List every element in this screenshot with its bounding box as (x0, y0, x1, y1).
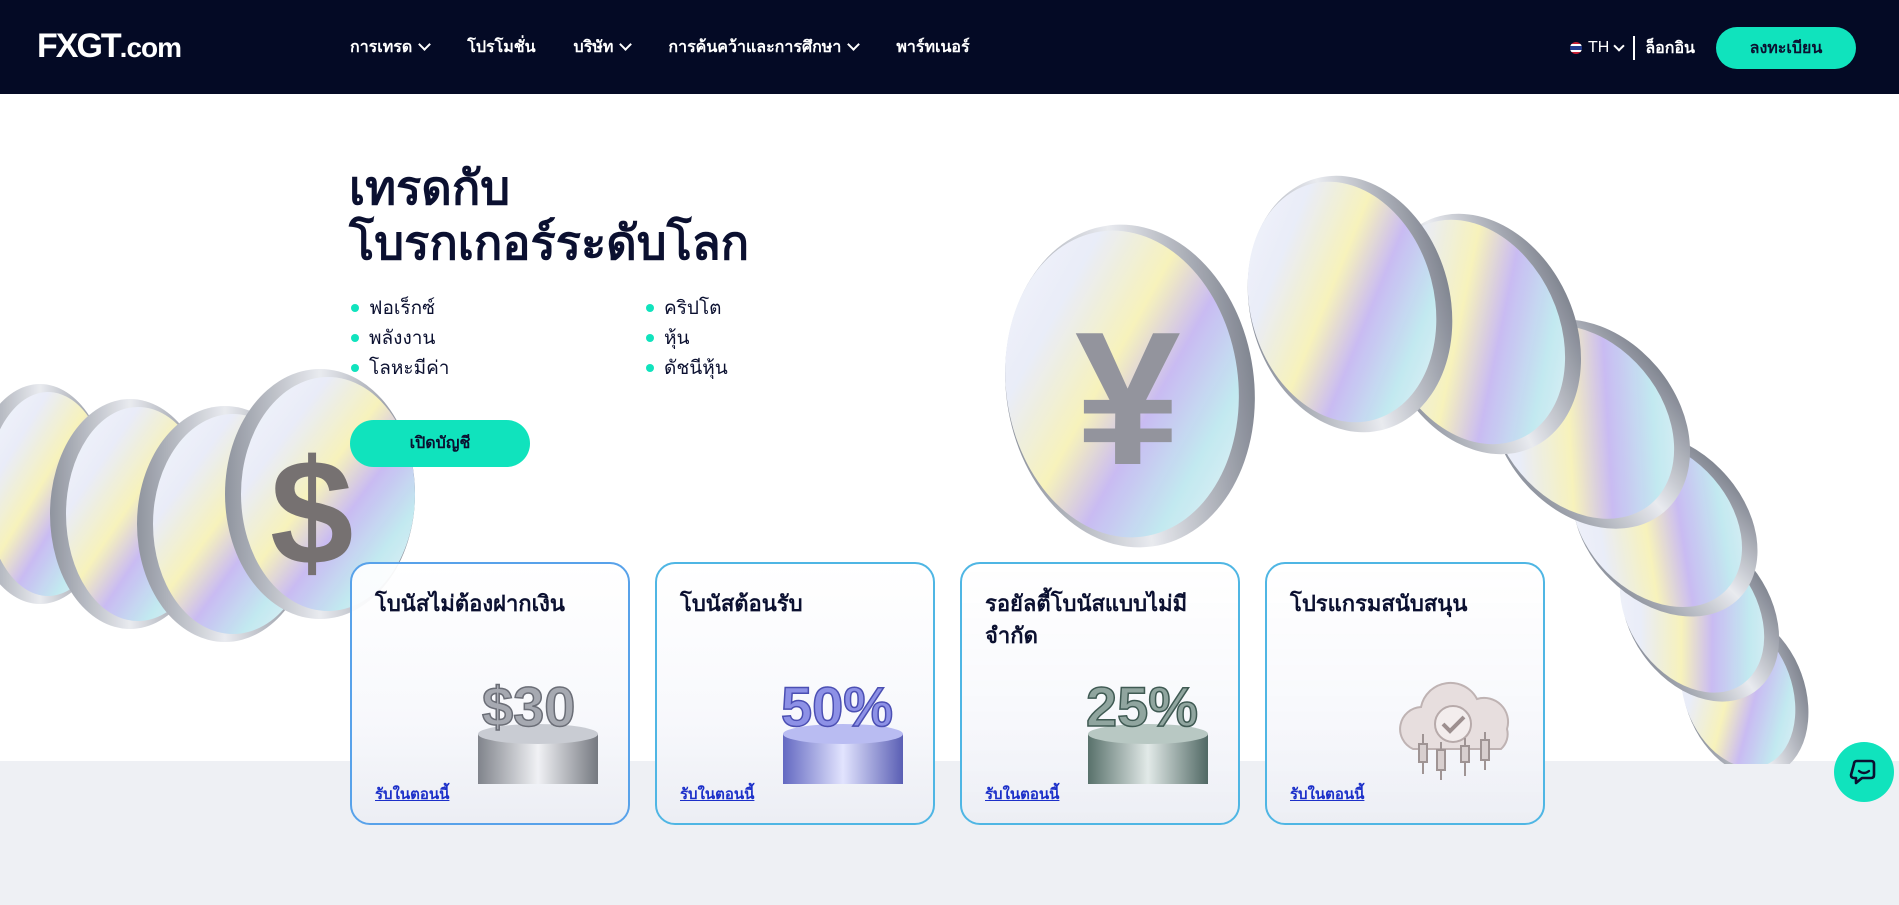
nav-item-company[interactable]: บริษัท (573, 35, 633, 60)
nav-item-promotions[interactable]: โปรโมชั่น (467, 35, 535, 60)
nav-item-label: การค้นคว้าและการศึกษา (668, 38, 842, 56)
claim-now-link[interactable]: รับในตอนนี้ (375, 782, 449, 806)
promo-card-no-deposit-bonus[interactable]: โบนัสไม่ต้องฝากเงิน $30 รับในตอนนี้ (350, 562, 630, 825)
asset-label: หุ้น (664, 328, 690, 349)
nav-item-trading[interactable]: การเทรด (350, 35, 432, 60)
asset-label: คริปโต (664, 298, 722, 319)
bullet-icon (646, 304, 654, 312)
list-item: พลังงาน (351, 326, 646, 350)
promo-card-title: โปรแกรมสนับสนุน (1290, 591, 1468, 616)
header-divider (1633, 36, 1636, 60)
login-link[interactable]: ล็อกอิน (1645, 36, 1695, 61)
asset-label: โลหะมีค่า (369, 358, 450, 379)
list-item: คริปโต (646, 296, 846, 320)
language-code: TH (1588, 39, 1610, 56)
top-navigation-bar: FXGT.com การเทรด โปรโมชั่น บริษัท การค้น… (0, 0, 1899, 94)
language-selector[interactable]: TH (1570, 39, 1626, 57)
nav-item-label: พาร์ทเนอร์ (896, 38, 970, 56)
header-actions: TH ล็อกอิน ลงทะเบียน (1570, 27, 1856, 69)
bullet-icon (351, 334, 359, 342)
nav-item-label: การเทรด (350, 38, 413, 56)
open-account-button[interactable]: เปิดบัญชี (350, 420, 530, 467)
promo-card-loyalty-bonus[interactable]: รอยัลตี้โบนัสแบบไม่มีจำกัด 25% รับในตอนน… (960, 562, 1240, 825)
bullet-icon (351, 304, 359, 312)
promo-card-welcome-bonus[interactable]: โบนัสต้อนรับ 50% รับในตอนนี้ (655, 562, 935, 825)
list-item: โลหะมีค่า (351, 356, 646, 380)
bullet-icon (351, 364, 359, 372)
claim-now-link[interactable]: รับในตอนนี้ (985, 782, 1059, 806)
bonus-25-percent-icon: 25% (1085, 674, 1208, 784)
fxgt-logo[interactable]: FXGT.com (37, 27, 182, 65)
bonus-50-percent-icon: 50% (780, 674, 903, 784)
thai-flag-icon (1570, 42, 1583, 54)
register-button[interactable]: ลงทะเบียน (1716, 27, 1856, 69)
promo-card-title: รอยัลตี้โบนัสแบบไม่มีจำกัด (985, 591, 1188, 648)
asset-label: ฟอเร็กซ์ (369, 298, 435, 319)
svg-text:¥: ¥ (1075, 293, 1181, 505)
main-nav: การเทรด โปรโมชั่น บริษัท การค้นคว้าและกา… (350, 0, 970, 94)
bullet-icon (646, 334, 654, 342)
logo-wordmark: FXGT (37, 27, 122, 65)
asset-label: ดัชนีหุ้น (664, 358, 728, 379)
promo-card-title: โบนัสต้อนรับ (680, 591, 803, 616)
bonus-amount-text: $30 (482, 675, 575, 738)
promo-card-title: โบนัสไม่ต้องฝากเงิน (375, 591, 565, 616)
asset-class-list: ฟอเร็กซ์ คริปโต พลังงาน หุ้น โลหะมีค่า ด… (351, 296, 771, 380)
live-chat-button[interactable] (1834, 742, 1894, 802)
nav-item-label: โปรโมชั่น (467, 38, 536, 56)
list-item: หุ้น (646, 326, 846, 350)
chevron-down-icon (418, 38, 432, 51)
bonus-amount-text: 25% (1086, 675, 1198, 738)
chat-icon (1849, 759, 1876, 785)
hero-coins-illustration: ¥ $ (0, 175, 1809, 764)
page-section-background (0, 761, 1899, 905)
chevron-down-icon (619, 38, 633, 51)
bullet-icon (646, 364, 654, 372)
bonus-30-dollar-icon: $30 (478, 674, 598, 784)
bonus-amount-text: 50% (781, 675, 893, 738)
claim-now-link[interactable]: รับในตอนนี้ (1290, 782, 1364, 806)
promo-card-referral-program[interactable]: โปรแกรมสนับสนุน รับในตอนนี้ (1265, 562, 1545, 825)
nav-item-label: บริษัท (573, 38, 614, 56)
list-item: ดัชนีหุ้น (646, 356, 846, 380)
asset-label: พลังงาน (369, 328, 436, 349)
hero-title: เทรดกับ โบรกเกอร์ระดับโลก (349, 160, 749, 270)
nav-item-research-education[interactable]: การค้นคว้าและการศึกษา (668, 35, 861, 60)
nav-item-partners[interactable]: พาร์ทเนอร์ (896, 35, 969, 60)
logo-tld: .com (119, 32, 182, 63)
svg-text:$: $ (270, 428, 353, 596)
claim-now-link[interactable]: รับในตอนนี้ (680, 782, 754, 806)
hero-title-line-1: เทรดกับ (349, 161, 511, 214)
list-item: ฟอเร็กซ์ (351, 296, 646, 320)
hero-title-line-2: โบรกเกอร์ระดับโลก (349, 216, 750, 269)
chevron-down-icon (1613, 39, 1626, 52)
cloud-chart-icon (1399, 681, 1510, 780)
chevron-down-icon (847, 38, 861, 51)
